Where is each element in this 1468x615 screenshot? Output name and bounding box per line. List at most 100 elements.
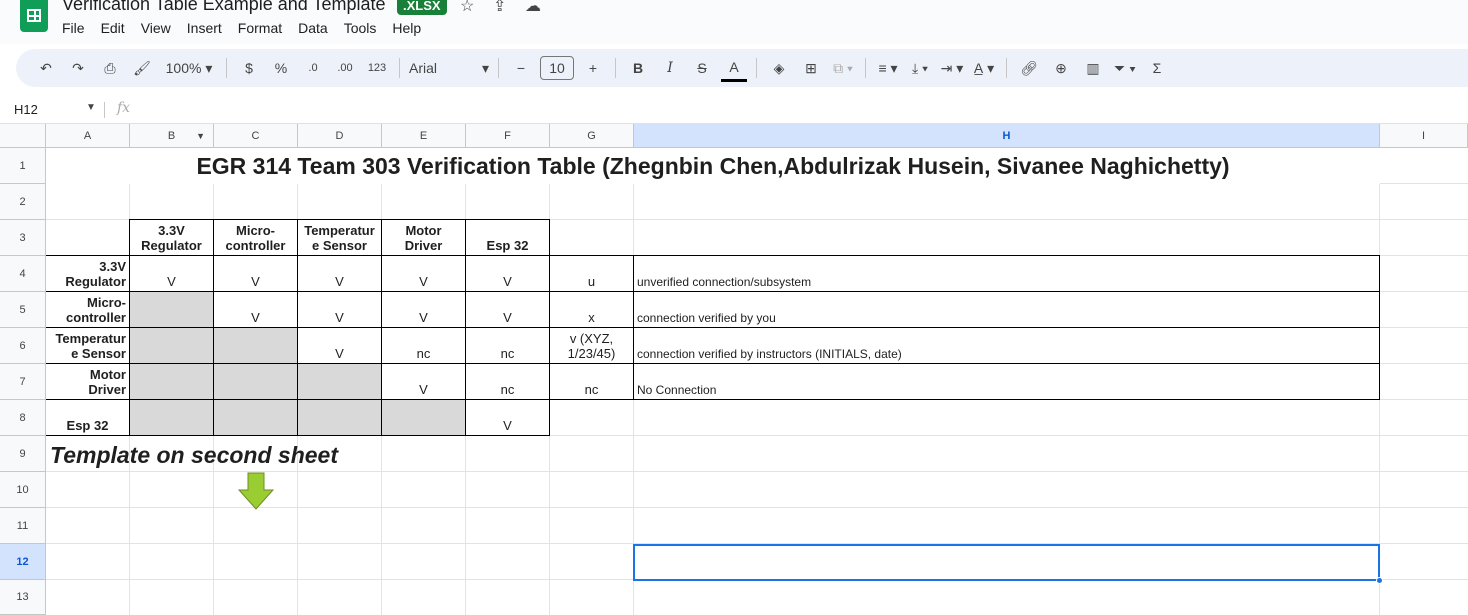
- menu-help[interactable]: Help: [392, 20, 429, 36]
- zoom-select[interactable]: 100% ▾: [161, 54, 217, 82]
- vertical-align-icon[interactable]: ⤓ ▾: [907, 54, 933, 82]
- redo-icon[interactable]: ↷: [65, 54, 91, 82]
- empty-gray-cell[interactable]: [214, 400, 298, 436]
- empty-gray-cell[interactable]: [214, 364, 298, 400]
- undo-icon[interactable]: ↶: [33, 54, 59, 82]
- column-header-e[interactable]: E: [382, 124, 466, 148]
- functions-button[interactable]: Σ: [1144, 54, 1170, 82]
- matrix-cell[interactable]: V: [130, 256, 213, 291]
- row-header-3[interactable]: 3: [0, 220, 46, 256]
- print-icon[interactable]: ⎙: [97, 54, 123, 82]
- star-icon[interactable]: ☆: [460, 0, 474, 16]
- empty-gray-cell[interactable]: [382, 400, 466, 436]
- template-note[interactable]: Template on second sheet: [50, 442, 338, 469]
- text-wrapping-icon[interactable]: ⇥ ▾: [939, 54, 965, 82]
- matrix-cell[interactable]: V: [466, 292, 549, 327]
- matrix-cell[interactable]: nc: [466, 364, 549, 399]
- cloud-status-icon[interactable]: ☁: [525, 0, 541, 16]
- decrease-font-size-button[interactable]: −: [508, 54, 534, 82]
- menu-view[interactable]: View: [141, 20, 179, 36]
- legend-meaning[interactable]: unverified connection/subsystem: [634, 256, 1379, 291]
- legend-meaning[interactable]: connection verified by instructors (INIT…: [634, 328, 1379, 363]
- bold-button[interactable]: B: [625, 54, 651, 82]
- row-header-5[interactable]: 5: [0, 292, 46, 328]
- menu-format[interactable]: Format: [238, 20, 290, 36]
- sheet-title[interactable]: EGR 314 Team 303 Verification Table (Zhe…: [46, 148, 1380, 184]
- row-header-11[interactable]: 11: [0, 508, 46, 544]
- row-label-regulator[interactable]: 3.3V Regulator: [46, 256, 129, 291]
- matrix-cell[interactable]: V: [214, 256, 297, 291]
- sheets-logo-icon[interactable]: [20, 0, 48, 32]
- fill-color-icon[interactable]: ◈: [766, 54, 792, 82]
- legend-symbol[interactable]: x: [550, 292, 633, 327]
- legend-symbol[interactable]: v (XYZ, 1/23/45): [550, 328, 633, 363]
- column-header-f[interactable]: F: [466, 124, 550, 148]
- row-label-esp32[interactable]: Esp 32: [46, 400, 129, 435]
- insert-comment-icon[interactable]: ⊕: [1048, 54, 1074, 82]
- text-color-button[interactable]: A: [721, 54, 747, 82]
- borders-icon[interactable]: ⊞: [798, 54, 824, 82]
- row-header-10[interactable]: 10: [0, 472, 46, 508]
- increase-decimal-button[interactable]: .00: [332, 54, 358, 82]
- matrix-cell[interactable]: V: [382, 292, 465, 327]
- merge-cells-icon[interactable]: ⧉ ▾: [830, 54, 856, 82]
- menu-tools[interactable]: Tools: [344, 20, 385, 36]
- col-label-motor-driver[interactable]: Motor Driver: [382, 220, 465, 255]
- row-header-1[interactable]: 1: [0, 148, 46, 184]
- empty-gray-cell[interactable]: [130, 292, 214, 328]
- empty-gray-cell[interactable]: [130, 400, 214, 436]
- insert-chart-icon[interactable]: ▥: [1080, 54, 1106, 82]
- matrix-cell[interactable]: V: [382, 364, 465, 399]
- legend-meaning[interactable]: No Connection: [634, 364, 1379, 399]
- legend-symbol[interactable]: u: [550, 256, 633, 291]
- row-header-2[interactable]: 2: [0, 184, 46, 220]
- insert-link-icon[interactable]: 🔗︎: [1016, 54, 1042, 82]
- col-label-esp32[interactable]: Esp 32: [466, 220, 549, 255]
- legend-symbol[interactable]: nc: [550, 364, 633, 399]
- filter-icon[interactable]: ⏷ ▾: [1112, 54, 1138, 82]
- row-header-13[interactable]: 13: [0, 580, 46, 615]
- increase-font-size-button[interactable]: +: [580, 54, 606, 82]
- text-rotation-icon[interactable]: A̲ ▾: [971, 54, 997, 82]
- empty-gray-cell[interactable]: [130, 328, 214, 364]
- percent-format-button[interactable]: %: [268, 54, 294, 82]
- matrix-cell[interactable]: V: [466, 400, 549, 435]
- horizontal-align-icon[interactable]: ≡ ▾: [875, 54, 901, 82]
- row-header-12[interactable]: 12: [0, 544, 46, 580]
- matrix-cell[interactable]: V: [466, 256, 549, 291]
- chevron-down-icon[interactable]: ▼: [86, 102, 96, 113]
- row-header-6[interactable]: 6: [0, 328, 46, 364]
- row-header-9[interactable]: 9: [0, 436, 46, 472]
- column-header-h[interactable]: H: [634, 124, 1380, 148]
- paint-format-icon[interactable]: 🖌︎: [129, 54, 155, 82]
- document-title[interactable]: Verification Table Example and Template: [62, 0, 386, 15]
- row-label-temperature-sensor[interactable]: Temperatur e Sensor: [46, 328, 129, 363]
- font-size-input[interactable]: 10: [540, 56, 574, 80]
- select-all-corner[interactable]: [0, 124, 46, 148]
- currency-format-button[interactable]: $: [236, 54, 262, 82]
- column-header-g[interactable]: G: [550, 124, 634, 148]
- menu-insert[interactable]: Insert: [187, 20, 230, 36]
- matrix-cell[interactable]: V: [298, 292, 381, 327]
- selected-cell-h12[interactable]: [633, 544, 1380, 581]
- menu-edit[interactable]: Edit: [101, 20, 133, 36]
- col-label-regulator[interactable]: 3.3V Regulator: [130, 220, 213, 255]
- matrix-cell[interactable]: nc: [466, 328, 549, 363]
- matrix-cell[interactable]: nc: [382, 328, 465, 363]
- decrease-decimal-button[interactable]: .0: [300, 54, 326, 82]
- menu-file[interactable]: File: [62, 20, 93, 36]
- italic-button[interactable]: I: [657, 54, 683, 82]
- empty-gray-cell[interactable]: [298, 364, 382, 400]
- font-select[interactable]: Arial ▾: [409, 54, 489, 82]
- empty-gray-cell[interactable]: [298, 400, 382, 436]
- column-header-i[interactable]: I: [1380, 124, 1468, 148]
- row-label-microcontroller[interactable]: Micro- controller: [46, 292, 129, 327]
- matrix-cell[interactable]: V: [382, 256, 465, 291]
- strikethrough-button[interactable]: S: [689, 54, 715, 82]
- legend-meaning[interactable]: connection verified by you: [634, 292, 1379, 327]
- name-box[interactable]: H12: [14, 102, 38, 117]
- row-header-4[interactable]: 4: [0, 256, 46, 292]
- column-header-b[interactable]: B ▼: [130, 124, 214, 148]
- row-header-7[interactable]: 7: [0, 364, 46, 400]
- column-header-c[interactable]: C: [214, 124, 298, 148]
